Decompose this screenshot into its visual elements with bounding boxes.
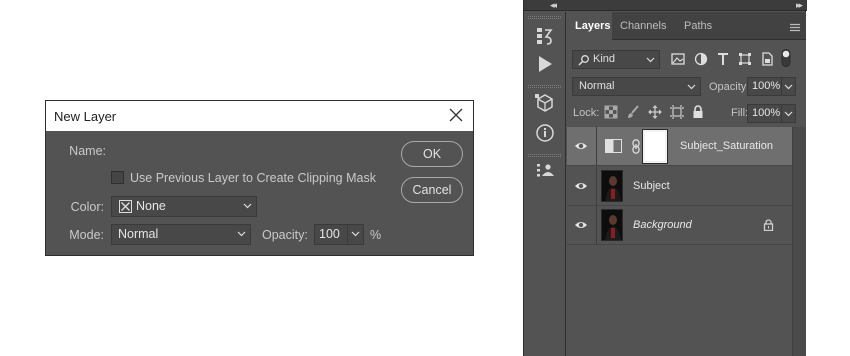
collapse-left-button[interactable]: ◂◂ — [550, 0, 557, 11]
visibility-eye-icon[interactable] — [574, 140, 588, 152]
blend-mode-select[interactable]: Normal — [572, 77, 701, 96]
panel-dock: ◂◂ ▸▸ Layers Channels Paths Kind Normal … — [523, 0, 807, 356]
opacity-label: Opacity: — [262, 228, 308, 242]
layer-mask-thumbnail[interactable] — [642, 129, 668, 164]
mask-link-chain-icon[interactable] — [631, 139, 641, 154]
adjustment-layer-filter-icon[interactable] — [693, 51, 709, 67]
chevron-down-icon — [784, 111, 793, 117]
mode-select[interactable]: Normal — [111, 224, 251, 245]
filter-kind-select[interactable]: Kind — [572, 50, 660, 69]
panel-opacity-input[interactable]: 100% — [747, 77, 782, 96]
shape-layer-filter-icon[interactable] — [737, 51, 753, 67]
fill-input[interactable]: 100% — [747, 104, 782, 123]
3d-cube-icon[interactable] — [534, 92, 556, 114]
fill-dropdown[interactable] — [781, 104, 796, 123]
ok-button[interactable]: OK — [401, 141, 463, 167]
filter-toggle-icon[interactable] — [781, 49, 793, 67]
layer-row-background[interactable]: Background — [567, 206, 792, 245]
name-label: Name: — [69, 144, 106, 158]
panel-opacity-label: Opacity: — [709, 81, 750, 93]
color-select[interactable]: None — [111, 196, 257, 217]
panel-opacity-dropdown[interactable] — [781, 77, 796, 96]
color-label: Color: — [70, 200, 104, 214]
collapse-right-button[interactable]: ▸▸ — [796, 0, 803, 11]
visibility-eye-icon[interactable] — [574, 219, 588, 231]
layers-scrollbar[interactable] — [792, 127, 806, 356]
tab-paths[interactable]: Paths — [684, 12, 724, 40]
layer-row-subject[interactable]: Subject — [567, 167, 792, 206]
no-color-icon — [119, 200, 132, 213]
lock-pixels-brush-icon[interactable] — [626, 105, 640, 119]
dock-top-bar: ◂◂ ▸▸ — [524, 0, 807, 11]
chevron-down-icon — [237, 231, 246, 237]
dialog-title: New Layer — [54, 109, 117, 124]
type-layer-filter-icon[interactable] — [715, 51, 731, 67]
layer-row-subject-saturation[interactable]: Subject_Saturation — [567, 127, 792, 166]
lock-label: Lock: — [573, 107, 600, 119]
layer-locked-icon — [763, 219, 774, 232]
layer-comps-icon[interactable] — [534, 160, 556, 182]
color-value: None — [136, 199, 166, 213]
layer-thumbnail[interactable] — [601, 170, 623, 202]
clipping-mask-label: Use Previous Layer to Create Clipping Ma… — [130, 171, 376, 185]
layer-name: Subject — [633, 180, 670, 192]
chevron-down-icon — [243, 203, 252, 209]
close-icon[interactable] — [447, 106, 465, 124]
layer-name: Subject_Saturation — [680, 140, 773, 152]
filter-kind-label: Kind — [593, 53, 616, 65]
mode-label: Mode: — [69, 228, 104, 242]
mode-value: Normal — [118, 227, 159, 241]
layers-panel: Layers Channels Paths Kind Normal Opacit… — [567, 12, 806, 356]
chevron-down-icon — [646, 57, 655, 63]
panel-menu-icon[interactable] — [790, 21, 800, 32]
grip-handle[interactable] — [528, 154, 561, 157]
blend-mode-value: Normal — [579, 80, 615, 92]
tab-layers[interactable]: Layers — [567, 12, 612, 41]
panel-icon-strip — [524, 12, 566, 356]
opacity-input[interactable]: 100 — [314, 224, 348, 245]
smart-object-filter-icon[interactable] — [759, 51, 775, 67]
panel-tabs: Layers Channels Paths — [567, 12, 806, 41]
history-icon[interactable] — [534, 25, 556, 47]
lock-position-move-icon[interactable] — [648, 105, 662, 119]
fill-label: Fill: — [731, 107, 749, 119]
clipping-mask-checkbox[interactable] — [111, 171, 124, 184]
grip-handle[interactable] — [528, 85, 561, 88]
new-layer-dialog: New Layer Name: Use Previous Layer to Cr… — [45, 100, 474, 256]
row-divider — [596, 206, 597, 245]
layer-thumbnail[interactable] — [601, 209, 623, 241]
pixel-layer-filter-icon[interactable] — [670, 51, 686, 67]
hue-saturation-adjustment-icon — [605, 139, 622, 153]
grip-handle[interactable] — [528, 16, 561, 19]
chevron-down-icon — [687, 84, 696, 90]
visibility-eye-icon[interactable] — [574, 180, 588, 192]
opacity-value: 100 — [319, 227, 340, 241]
opacity-dropdown[interactable] — [347, 224, 364, 245]
chevron-down-icon — [351, 231, 360, 237]
lock-all-icon[interactable] — [691, 105, 705, 119]
opacity-unit: % — [370, 228, 382, 242]
play-actions-icon[interactable] — [534, 53, 556, 75]
cancel-button[interactable]: Cancel — [401, 177, 463, 203]
tab-channels[interactable]: Channels — [620, 12, 676, 40]
row-divider — [596, 167, 597, 206]
search-icon — [578, 55, 589, 66]
info-icon[interactable] — [534, 122, 556, 144]
dialog-title-bar: New Layer — [46, 101, 473, 131]
layer-name: Background — [633, 219, 692, 231]
row-divider — [596, 127, 597, 166]
chevron-down-icon — [784, 84, 793, 90]
lock-artboard-icon[interactable] — [670, 105, 684, 119]
lock-transparency-icon[interactable] — [604, 105, 618, 119]
